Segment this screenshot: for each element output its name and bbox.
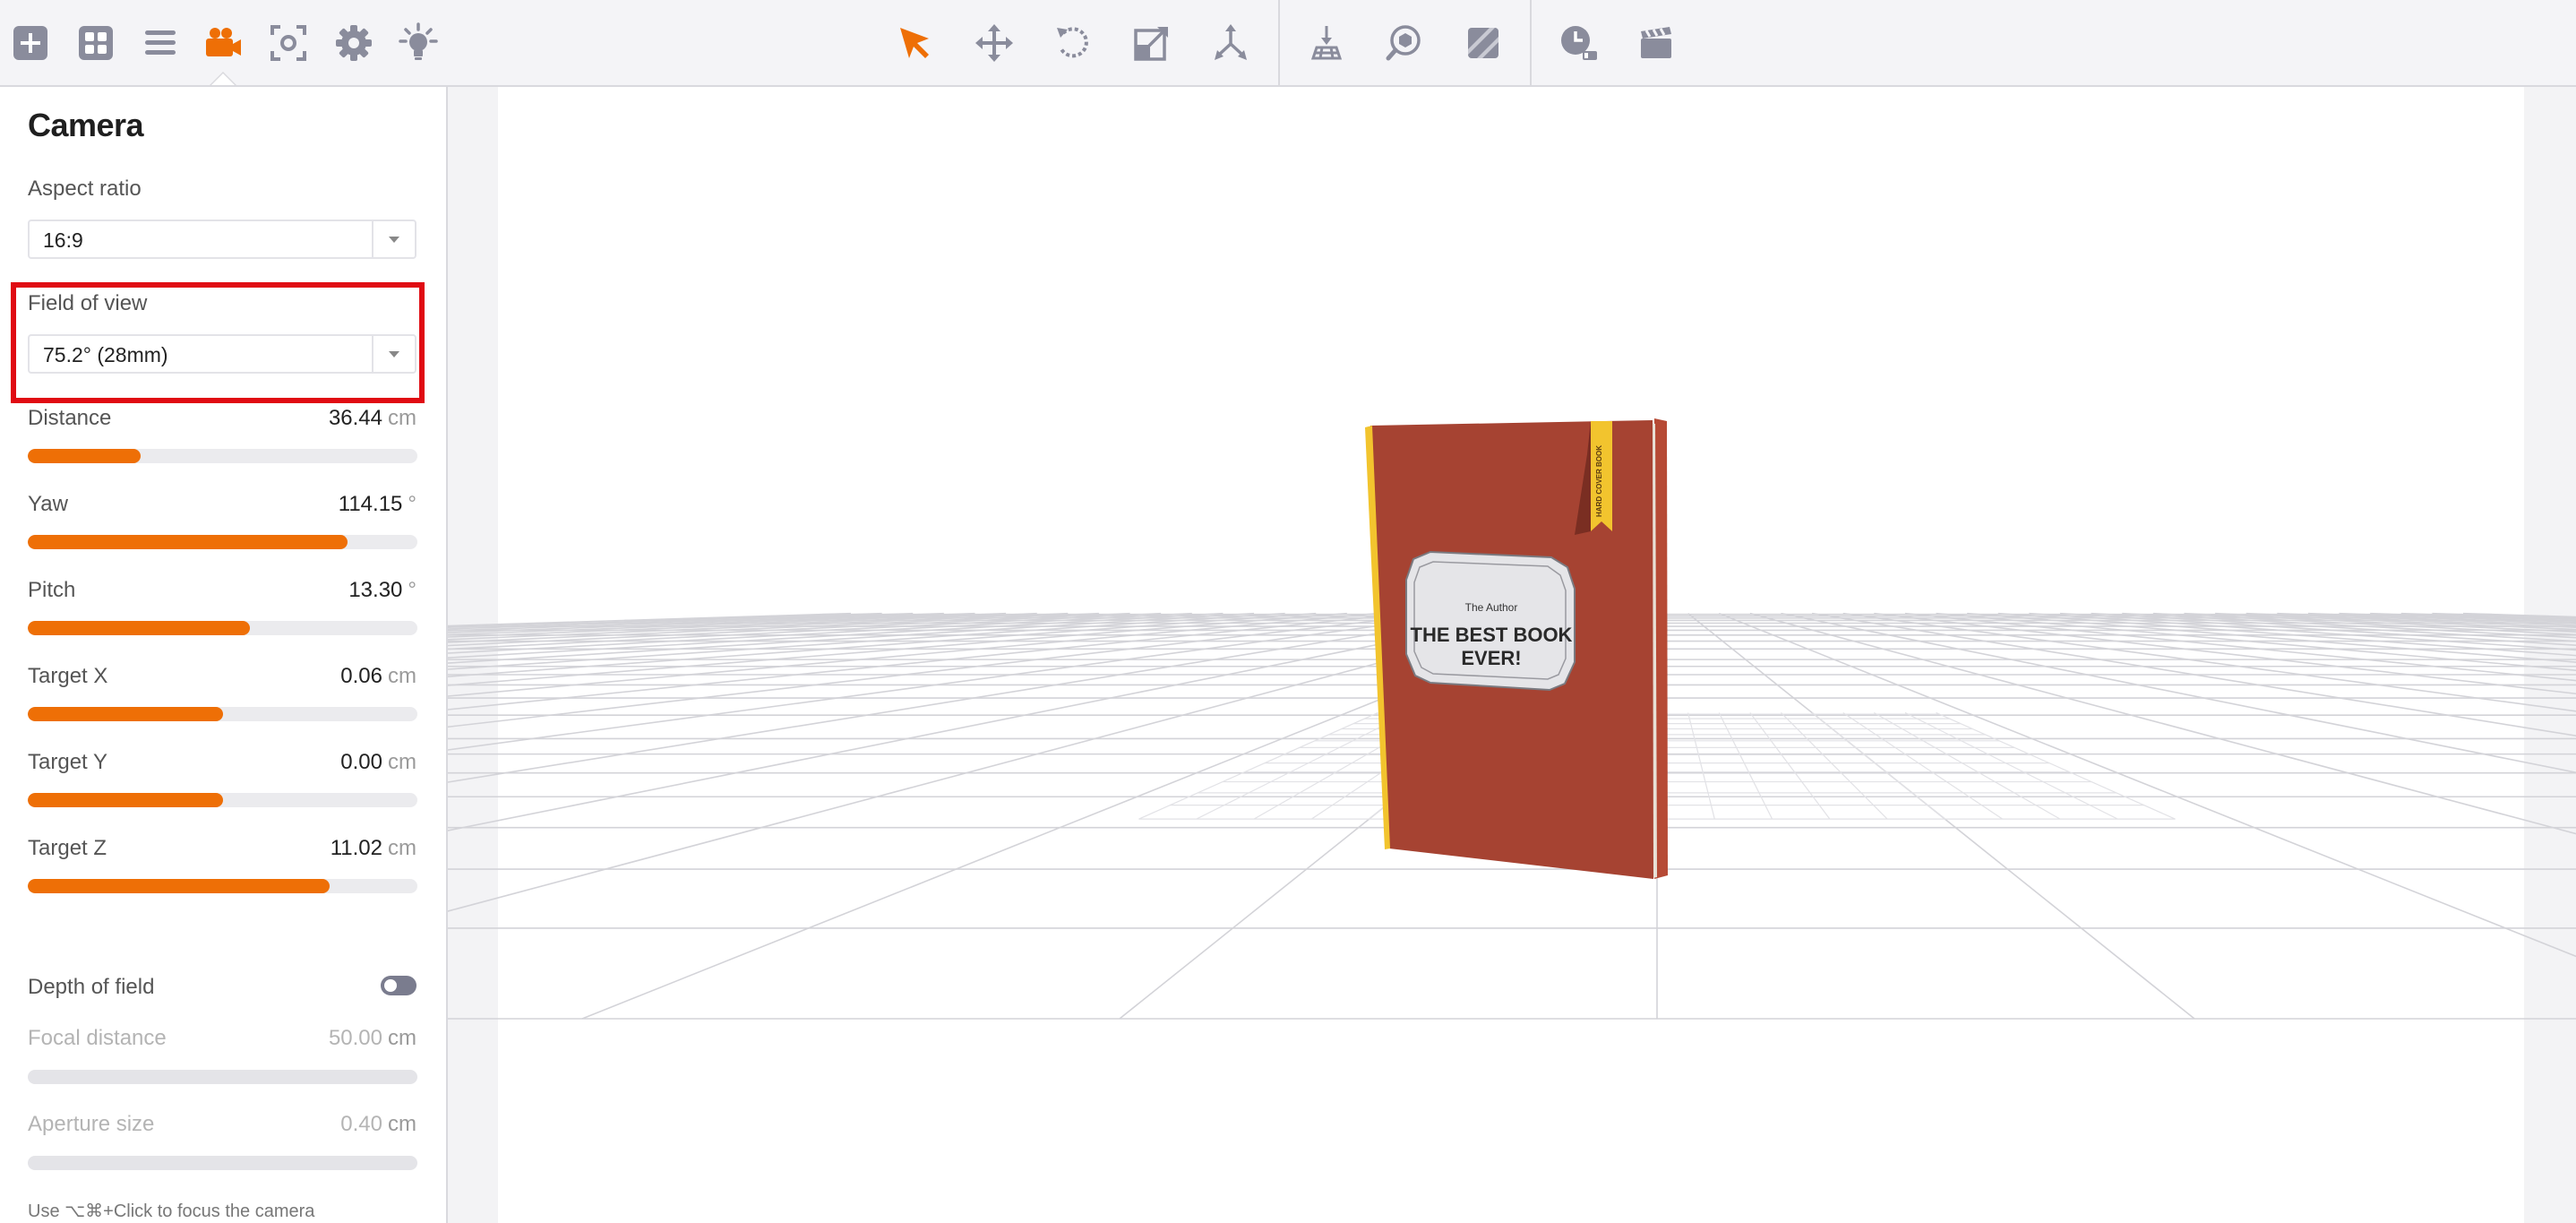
distance-value: 36.44 cm [328, 406, 416, 430]
light-icon[interactable] [395, 20, 442, 66]
pitch-value: 13.30 ° [348, 578, 416, 602]
aspect-ratio-label: Aspect ratio [28, 177, 142, 201]
yaw-slider[interactable] [28, 535, 417, 549]
aspect-ratio-select[interactable]: 16:9 [28, 220, 416, 259]
focal-distance-slider [28, 1070, 417, 1084]
toolbar [0, 0, 2576, 87]
target-y-slider[interactable] [28, 793, 417, 807]
target-y-value: 0.00 cm [340, 750, 416, 774]
floor-icon[interactable] [1303, 20, 1350, 66]
book-title-line2: EVER! [1461, 647, 1521, 669]
target-z-value: 11.02 cm [330, 836, 416, 860]
aspect-ratio-value: 16:9 [43, 228, 83, 252]
aperture-size-value: 0.40 cm [340, 1112, 416, 1136]
book-author: The Author [1465, 601, 1518, 614]
field-of-view-highlight [11, 282, 425, 403]
clapperboard-icon[interactable] [1633, 20, 1679, 66]
yaw-label: Yaw [28, 492, 68, 516]
gear-icon[interactable] [331, 20, 377, 66]
clock-icon[interactable] [1555, 20, 1601, 66]
panel-title: Camera [28, 107, 144, 143]
focus-hint: Use ⌥⌘+Click to focus the camera [28, 1201, 315, 1221]
move-icon[interactable] [971, 20, 1018, 66]
target-x-value: 0.06 cm [340, 664, 416, 688]
book[interactable]: HARD COVER BOOK The Author THE BEST BOOK… [1365, 418, 1668, 879]
target-z-label: Target Z [28, 836, 107, 860]
target-z-slider[interactable] [28, 879, 417, 893]
book-title-line1: THE BEST BOOK [1411, 624, 1573, 646]
select-arrow-icon[interactable] [892, 20, 939, 66]
scale-icon[interactable] [1129, 20, 1175, 66]
yaw-value: 114.15 ° [338, 492, 416, 516]
depth-of-field-toggle[interactable] [381, 976, 416, 995]
distance-slider[interactable] [28, 449, 417, 463]
transform-icon[interactable] [1207, 20, 1254, 66]
viewport[interactable]: HARD COVER BOOK The Author THE BEST BOOK… [448, 87, 2576, 1223]
chevron-down-icon [389, 237, 399, 243]
depth-of-field-label: Depth of field [28, 975, 155, 999]
aperture-size-slider [28, 1156, 417, 1170]
pitch-slider[interactable] [28, 621, 417, 635]
camera-panel: Camera Aspect ratio 16:9 Field of view 7… [0, 87, 448, 1223]
focal-distance-value: 50.00 cm [328, 1026, 416, 1050]
aperture-size-label: Aperture size [28, 1112, 155, 1136]
target-x-label: Target X [28, 664, 108, 688]
rotate-icon[interactable] [1050, 20, 1096, 66]
pitch-label: Pitch [28, 578, 76, 602]
target-y-label: Target Y [28, 750, 107, 774]
target-x-slider[interactable] [28, 707, 417, 721]
render-icon[interactable] [1460, 20, 1507, 66]
view-cube-icon[interactable] [1381, 20, 1428, 66]
layout-icon[interactable] [73, 20, 119, 66]
bookmark-text: HARD COVER BOOK [1595, 445, 1603, 517]
distance-label: Distance [28, 406, 112, 430]
list-icon[interactable] [137, 20, 184, 66]
focus-icon[interactable] [265, 20, 312, 66]
add-icon[interactable] [7, 20, 54, 66]
focal-distance-label: Focal distance [28, 1026, 167, 1050]
camera-icon[interactable] [200, 20, 246, 66]
scene-svg[interactable]: HARD COVER BOOK The Author THE BEST BOOK… [448, 87, 2576, 1223]
